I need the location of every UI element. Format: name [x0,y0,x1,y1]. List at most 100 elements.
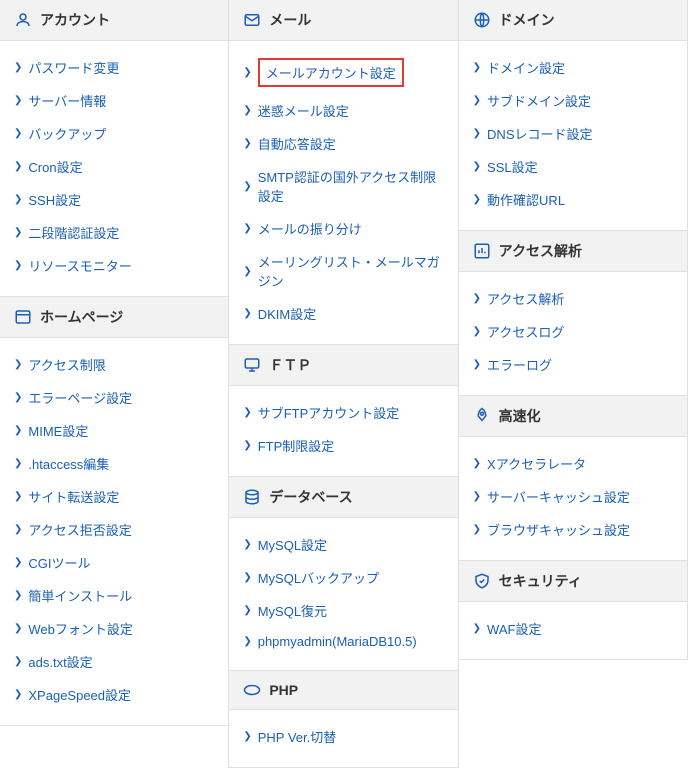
menu-item-account[interactable]: ❯バックアップ [14,117,214,150]
menu-item-homepage[interactable]: ❯CGIツール [14,546,214,579]
chevron-right-icon: ❯ [243,67,251,78]
chevron-right-icon: ❯ [243,572,251,583]
menu-item-label: サブドメイン設定 [487,91,591,110]
section-domain: ドメイン❯ドメイン設定❯サブドメイン設定❯DNSレコード設定❯SSL設定❯動作確… [458,0,688,231]
chevron-right-icon: ❯ [243,539,251,550]
chevron-right-icon: ❯ [14,227,22,238]
menu-item-homepage[interactable]: ❯サイト転送設定 [14,480,214,513]
globe-icon [473,11,491,29]
chevron-right-icon: ❯ [14,194,22,205]
menu-item-domain[interactable]: ❯動作確認URL [473,183,673,216]
menu-item-mail[interactable]: ❯メールアカウント設定 [243,51,443,94]
menu-item-database[interactable]: ❯MySQL復元 [243,594,443,627]
menu-item-mail[interactable]: ❯メールの振り分け [243,212,443,245]
menu-item-label: サーバーキャッシュ設定 [487,487,630,506]
menu-item-database[interactable]: ❯MySQL設定 [243,528,443,561]
menu-item-security[interactable]: ❯ WAF設定 [473,612,673,645]
menu-item-label: 二段階認証設定 [28,223,119,242]
section-access: アクセス解析 ❯ アクセス解析 ❯アクセスログ❯エラーログ [458,230,688,396]
menu-item-label: CGIツール [28,553,90,572]
menu-item-homepage[interactable]: ❯アクセス制限 [14,348,214,381]
menu-item-homepage[interactable]: ❯XPageSpeed設定 [14,678,214,711]
menu-item-database[interactable]: ❯ MySQLバックアップ [243,561,443,594]
menu-item-account[interactable]: ❯SSH設定 [14,183,214,216]
menu-item-label: パスワード変更 [28,58,119,77]
chevron-right-icon: ❯ [243,266,251,277]
menu-item-label: MySQL復元 [258,601,327,620]
menu-item-php[interactable]: ❯PHP Ver.切替 [243,720,443,753]
menu-item-label: バックアップ [28,124,106,143]
menu-item-label: リソースモニター [28,256,131,275]
chevron-right-icon: ❯ [14,62,22,73]
rocket-icon [473,407,491,425]
menu-item-account[interactable]: ❯リソースモニター [14,249,214,282]
menu-item-speed[interactable]: ❯Xアクセラレータ [473,447,673,480]
chevron-right-icon: ❯ [14,458,22,469]
menu-item-homepage[interactable]: ❯.htaccess編集 [14,447,214,480]
mail-icon [243,11,261,29]
chevron-right-icon: ❯ [473,491,481,502]
menu-item-label: phpmyadmin(MariaDB10.5) [258,634,417,649]
menu-item-speed[interactable]: ❯ブラウザキャッシュ設定 [473,513,673,546]
menu-item-label: ドメイン設定 [487,58,565,77]
section-body: ❯ WAF設定 [459,602,687,659]
menu-item-mail[interactable]: ❯SMTP認証の国外アクセス制限設定 [243,160,443,212]
menu-item-database[interactable]: ❯phpmyadmin(MariaDB10.5) [243,627,443,656]
chevron-right-icon: ❯ [14,491,22,502]
menu-item-label: 動作確認URL [487,190,565,209]
section-header-access: アクセス解析 [459,231,687,272]
menu-item-mail[interactable]: ❯DKIM設定 [243,297,443,330]
menu-item-domain[interactable]: ❯サブドメイン設定 [473,84,673,117]
chevron-right-icon: ❯ [243,731,251,742]
menu-item-ftp[interactable]: ❯FTP制限設定 [243,429,443,462]
menu-item-mail[interactable]: ❯迷惑メール設定 [243,94,443,127]
menu-item-account[interactable]: ❯ パスワード変更 [14,51,214,84]
section-body: ❯ドメイン設定❯サブドメイン設定❯DNSレコード設定❯SSL設定❯動作確認URL [459,41,687,230]
menu-item-homepage[interactable]: ❯ ads.txt設定 [14,645,214,678]
menu-item-mail[interactable]: ❯自動応答設定 [243,127,443,160]
menu-item-domain[interactable]: ❯DNSレコード設定 [473,117,673,150]
window-icon [14,308,32,326]
chevron-right-icon: ❯ [14,590,22,601]
menu-item-mail[interactable]: ❯メーリングリスト・メールマガジン [243,245,443,297]
menu-item-access[interactable]: ❯ アクセス解析 [473,282,673,315]
menu-item-account[interactable]: ❯サーバー情報 [14,84,214,117]
section-header-security: セキュリティ [459,561,687,602]
menu-item-homepage[interactable]: ❯簡単インストール [14,579,214,612]
section-body: ❯メールアカウント設定❯迷惑メール設定❯自動応答設定❯SMTP認証の国外アクセス… [229,41,457,344]
chevron-right-icon: ❯ [473,161,481,172]
chevron-right-icon: ❯ [14,656,22,667]
menu-item-label: DNSレコード設定 [487,124,592,143]
shield-icon [473,572,491,590]
menu-item-ftp[interactable]: ❯サブFTPアカウント設定 [243,396,443,429]
menu-item-access[interactable]: ❯アクセスログ [473,315,673,348]
menu-item-access[interactable]: ❯エラーログ [473,348,673,381]
menu-item-homepage[interactable]: ❯Webフォント設定 [14,612,214,645]
user-icon [14,11,32,29]
menu-item-homepage[interactable]: ❯アクセス拒否設定 [14,513,214,546]
menu-item-label: ads.txt設定 [28,652,92,671]
menu-item-domain[interactable]: ❯ドメイン設定 [473,51,673,84]
monitor-icon [243,356,261,374]
section-ftp: ＦＴＰ❯サブFTPアカウント設定❯FTP制限設定 [228,344,458,477]
menu-item-homepage[interactable]: ❯エラーページ設定 [14,381,214,414]
database-icon [243,488,261,506]
menu-item-account[interactable]: ❯ 二段階認証設定 [14,216,214,249]
section-header-domain: ドメイン [459,0,687,41]
menu-item-speed[interactable]: ❯ サーバーキャッシュ設定 [473,480,673,513]
menu-item-label: アクセス制限 [28,355,105,374]
chevron-right-icon: ❯ [243,308,251,319]
menu-item-label: アクセス解析 [487,289,564,308]
menu-item-homepage[interactable]: ❯MIME設定 [14,414,214,447]
menu-item-label: MySQLバックアップ [258,568,379,587]
section-body: ❯サブFTPアカウント設定❯FTP制限設定 [229,386,457,476]
chevron-right-icon: ❯ [473,293,481,304]
menu-item-label: アクセス拒否設定 [28,520,131,539]
menu-item-account[interactable]: ❯Cron設定 [14,150,214,183]
section-security: セキュリティ ❯ WAF設定 [458,560,688,660]
menu-item-label: 迷惑メール設定 [258,101,349,120]
chevron-right-icon: ❯ [243,181,251,192]
chevron-right-icon: ❯ [473,623,481,634]
menu-item-domain[interactable]: ❯SSL設定 [473,150,673,183]
menu-item-label: WAF設定 [487,619,541,638]
